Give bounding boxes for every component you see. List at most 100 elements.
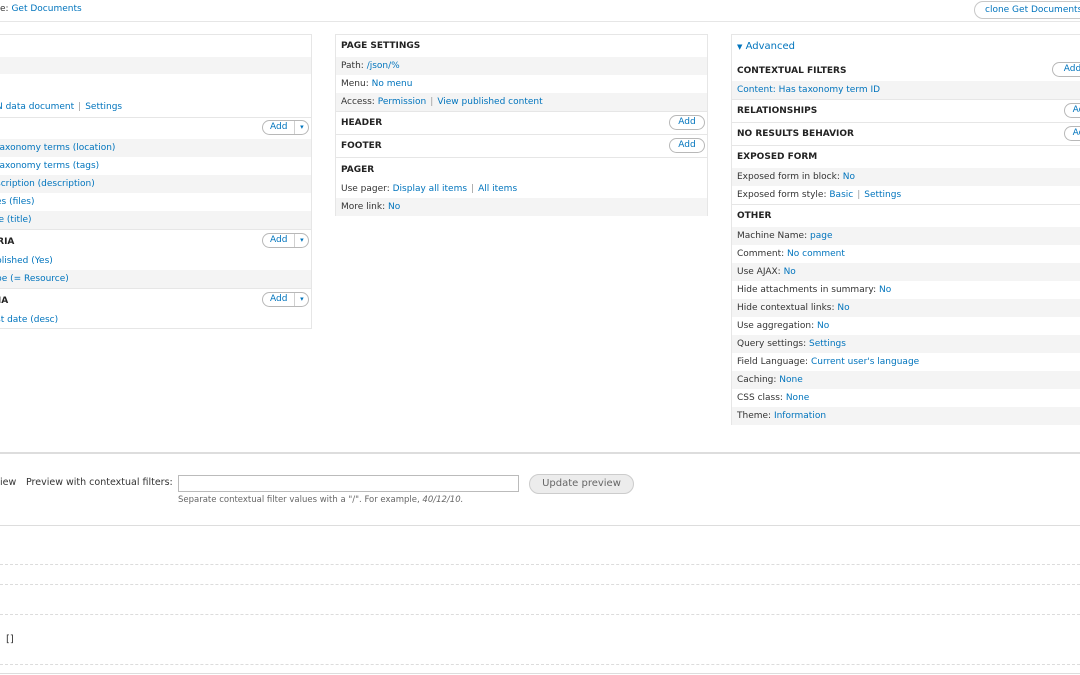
field-row[interactable]: taxonomy terms (tags) — [0, 157, 311, 175]
other-row: CSS class: None — [732, 389, 1080, 407]
add-contextual-filter-button[interactable]: Add — [1052, 62, 1080, 77]
other-row-link[interactable]: Settings — [809, 339, 846, 349]
filter-row[interactable]: blished (Yes) — [0, 252, 311, 270]
other-row-link[interactable]: None — [786, 393, 809, 403]
preview-contextual-input[interactable] — [178, 475, 519, 492]
exposed-style-link[interactable]: Basic — [829, 190, 853, 200]
access-link[interactable]: Permission — [378, 97, 427, 107]
exposed-block-row: Exposed form in block: No — [732, 168, 1080, 186]
more-link-link[interactable]: No — [388, 202, 400, 212]
field-link[interactable]: le (title) — [0, 215, 32, 225]
update-preview-button[interactable]: Update preview — [529, 474, 634, 494]
clone-display-button[interactable]: clone Get Documents — [974, 1, 1080, 19]
other-row-label: CSS class: — [737, 393, 783, 403]
add-footer-button[interactable]: Add — [669, 138, 705, 153]
other-row: Query settings: Settings — [732, 335, 1080, 353]
preview-divider — [0, 584, 1080, 585]
display-title-label: e: — [0, 4, 9, 14]
field-link[interactable]: taxonomy terms (tags) — [0, 161, 99, 171]
divider — [732, 204, 1080, 205]
middle-column: PAGE SETTINGS Path: /json/% Menu: No men… — [335, 34, 708, 216]
contextual-filter-row[interactable]: Content: Has taxonomy term ID — [732, 81, 1080, 99]
other-row-label: Caching: — [737, 375, 777, 385]
add-filter-button[interactable]: Add ▾ — [262, 233, 310, 248]
other-row: Theme: Information — [732, 407, 1080, 425]
chevron-down-icon[interactable]: ▾ — [294, 121, 308, 134]
other-row-link[interactable]: No comment — [787, 249, 845, 259]
other-row-link[interactable]: No — [879, 285, 891, 295]
other-heading: OTHER — [737, 211, 772, 221]
field-row[interactable]: es (files) — [0, 193, 311, 211]
field-row[interactable]: taxonomy terms (location) — [0, 139, 311, 157]
add-label: Ad — [1072, 105, 1080, 115]
field-row[interactable]: scription (description) — [0, 175, 311, 193]
other-row: Use AJAX: No — [732, 263, 1080, 281]
auto-preview-label[interactable]: iew — [0, 477, 16, 488]
display-title-link[interactable]: Get Documents — [11, 4, 81, 14]
exposed-style-label: Exposed form style: — [737, 190, 827, 200]
exposed-form-heading: EXPOSED FORM — [737, 152, 818, 162]
add-label: Add — [270, 122, 288, 132]
other-row-label: Hide attachments in summary: — [737, 285, 877, 295]
add-sort-button[interactable]: Add ▾ — [262, 292, 310, 307]
field-link[interactable]: taxonomy terms (location) — [0, 143, 115, 153]
pager-items-link[interactable]: All items — [478, 184, 517, 194]
add-label: Add — [1063, 64, 1080, 74]
chevron-down-icon[interactable]: ▾ — [294, 234, 308, 247]
format-link[interactable]: N data document — [0, 102, 74, 112]
access-label: Access: — [341, 97, 375, 107]
divider — [732, 99, 1080, 100]
other-row-link[interactable]: page — [810, 231, 832, 241]
triangle-down-icon: ▼ — [737, 43, 743, 51]
pipe-divider: | — [430, 97, 434, 107]
use-pager-row: Use pager: Display all items | All items — [336, 180, 707, 198]
other-row-link[interactable]: Current user's language — [811, 357, 919, 367]
filter-link[interactable]: pe (= Resource) — [0, 274, 69, 284]
pager-heading: PAGER — [341, 165, 375, 175]
exposed-block-label: Exposed form in block: — [737, 172, 840, 182]
add-field-button[interactable]: Add ▾ — [262, 120, 310, 135]
sort-row[interactable]: st date (desc) — [0, 311, 311, 329]
no-results-heading: NO RESULTS BEHAVIOR — [737, 129, 854, 139]
divider — [336, 111, 707, 112]
add-label: Add — [270, 235, 288, 245]
add-relationship-button[interactable]: Ad — [1064, 103, 1080, 118]
other-row-label: Field Language: — [737, 357, 809, 367]
exposed-style-settings-link[interactable]: Settings — [864, 190, 901, 200]
more-link-row: More link: No — [336, 198, 707, 216]
add-header-button[interactable]: Add — [669, 115, 705, 130]
divider — [732, 122, 1080, 123]
menu-link[interactable]: No menu — [372, 79, 413, 89]
left-format-row: N data document | Settings — [0, 98, 311, 116]
other-row-label: Theme: — [737, 411, 772, 421]
other-row: Use aggregation: No — [732, 317, 1080, 335]
field-link[interactable]: scription (description) — [0, 179, 95, 189]
field-link[interactable]: es (files) — [0, 197, 35, 207]
field-row[interactable]: le (title) — [0, 211, 311, 229]
filter-row[interactable]: pe (= Resource) — [0, 270, 311, 288]
other-row-label: Use AJAX: — [737, 267, 781, 277]
exposed-block-link[interactable]: No — [843, 172, 855, 182]
relationships-heading: RELATIONSHIPS — [737, 106, 818, 116]
chevron-down-icon[interactable]: ▾ — [294, 293, 308, 306]
preview-contextual-label: Preview with contextual filters: — [26, 477, 173, 488]
use-pager-link[interactable]: Display all items — [393, 184, 467, 194]
advanced-toggle[interactable]: ▼ Advanced — [737, 41, 795, 52]
path-link[interactable]: /json/% — [367, 61, 400, 71]
contextual-filter-link[interactable]: Content: Has taxonomy term ID — [737, 85, 880, 95]
other-row-link[interactable]: No — [837, 303, 849, 313]
header-heading: HEADER — [341, 118, 383, 128]
filter-link[interactable]: blished (Yes) — [0, 256, 53, 266]
add-no-results-button[interactable]: Ad — [1064, 126, 1080, 141]
other-row-link[interactable]: No — [784, 267, 796, 277]
other-row-link[interactable]: No — [817, 321, 829, 331]
format-settings-link[interactable]: Settings — [85, 102, 122, 112]
other-row-link[interactable]: None — [779, 375, 802, 385]
other-row-label: Comment: — [737, 249, 785, 259]
access-settings-link[interactable]: View published content — [437, 97, 542, 107]
other-row-label: Hide contextual links: — [737, 303, 835, 313]
sort-link[interactable]: st date (desc) — [0, 315, 58, 325]
preview-divider — [0, 664, 1080, 665]
other-row-link[interactable]: Information — [774, 411, 826, 421]
divider — [336, 134, 707, 135]
